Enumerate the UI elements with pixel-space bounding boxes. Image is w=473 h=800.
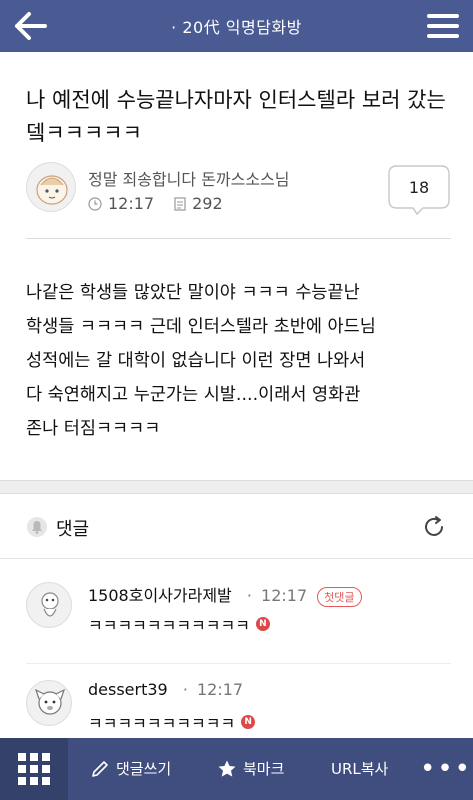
commenter-avatar[interactable]: [26, 680, 72, 726]
new-badge: N: [255, 617, 270, 631]
avatar-character-icon: [36, 175, 68, 205]
divider: [26, 663, 451, 664]
post-meta: 12:17 292: [88, 194, 223, 213]
hamburger-menu-icon: [427, 14, 459, 38]
comment-text: ㅋㅋㅋㅋㅋㅋㅋㅋㅋㅋㅋ: [88, 616, 250, 635]
clock-icon: [88, 196, 102, 211]
board-title: · 20代 익명담화방: [171, 18, 302, 37]
section-separator: [0, 480, 473, 494]
comment-time: 12:17: [261, 586, 308, 605]
back-button[interactable]: [0, 0, 60, 52]
commenter-line: 1508호이사가라제발 · 12:17 첫댓글: [88, 582, 362, 607]
comment-item: dessert39 · 12:17 ㅋㅋㅋㅋㅋㅋㅋㅋㅋㅋ N: [0, 676, 473, 738]
write-comment-button[interactable]: 댓글쓰기: [90, 758, 171, 779]
bell-icon[interactable]: [26, 515, 48, 539]
grid-icon: [18, 753, 50, 785]
comment-time: 12:17: [197, 680, 244, 699]
comment-text-row: ㅋㅋㅋㅋㅋㅋㅋㅋㅋㅋㅋ N: [88, 612, 270, 636]
apps-grid-button[interactable]: [0, 738, 68, 800]
comment-item: 1508호이사가라제발 · 12:17 첫댓글 ㅋㅋㅋㅋㅋㅋㅋㅋㅋㅋㅋ N: [0, 578, 473, 658]
bottom-action-bar: 댓글쓰기 북마크 URL복사 •••: [0, 738, 473, 800]
bookmark-button[interactable]: 북마크: [217, 758, 284, 779]
post-title: 나 예전에 수능끝나자마자 인터스텔라 보러 갔는뎈ㅋㅋㅋㅋㅋ: [26, 88, 446, 145]
copy-url-label: URL복사: [331, 760, 389, 778]
arrow-left-icon: [15, 12, 47, 40]
pencil-icon: [92, 760, 108, 777]
write-comment-label: 댓글쓰기: [116, 760, 172, 778]
commenter-name[interactable]: 1508호이사가라제발: [88, 586, 232, 605]
refresh-button[interactable]: [421, 514, 447, 544]
author-avatar[interactable]: [26, 162, 76, 212]
divider: [26, 238, 451, 239]
commenter-name[interactable]: dessert39: [88, 680, 168, 699]
divider: [0, 558, 473, 559]
post-author-row: 정말 죄송합니다 돈까스소스님 12:17 292 18: [26, 158, 451, 222]
menu-button[interactable]: [413, 0, 473, 52]
comment-text-row: ㅋㅋㅋㅋㅋㅋㅋㅋㅋㅋ N: [88, 710, 256, 734]
post-body: 나같은 학생들 많았단 말이야 ㅋㅋㅋ 수능끝난 학생들 ㅋㅋㅋㅋ 근데 인터스…: [26, 283, 376, 439]
avatar-character-icon: [41, 592, 59, 617]
author-name[interactable]: 정말 죄송합니다 돈까스소스님: [88, 166, 290, 190]
commenter-avatar[interactable]: [26, 582, 72, 628]
more-options-icon[interactable]: •••: [420, 754, 472, 784]
top-app-bar: · 20代 익명담화방: [0, 0, 473, 52]
comments-header: 댓글: [0, 502, 473, 554]
post-time: 12:17: [108, 194, 155, 213]
bookmark-label: 북마크: [243, 760, 285, 778]
first-comment-badge: 첫댓글: [317, 586, 362, 607]
commenter-line: dessert39 · 12:17: [88, 680, 244, 699]
post-views: 292: [192, 194, 223, 213]
comment-text: ㅋㅋㅋㅋㅋㅋㅋㅋㅋㅋ: [88, 714, 236, 733]
comment-count-button[interactable]: 18: [387, 164, 451, 216]
avatar-character-icon: [34, 688, 66, 715]
new-badge: N: [241, 715, 256, 729]
star-icon: [218, 760, 236, 777]
comments-label: 댓글: [56, 519, 90, 540]
refresh-icon: [425, 516, 443, 536]
document-icon: [174, 196, 186, 211]
comment-count: 18: [408, 177, 430, 197]
copy-url-button[interactable]: URL복사: [331, 758, 388, 779]
